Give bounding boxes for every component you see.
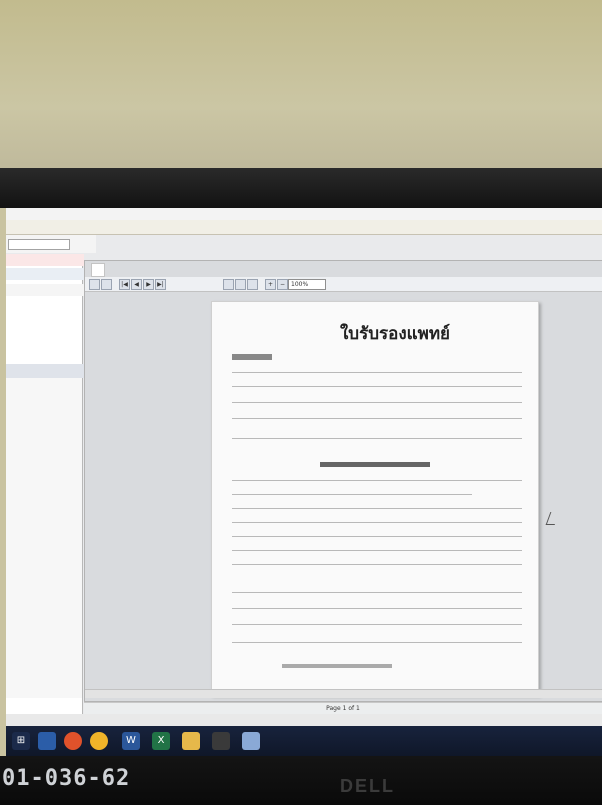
doc-line-7: [232, 494, 472, 495]
doc-line-1: [232, 372, 522, 373]
browser-icon[interactable]: [64, 732, 82, 750]
left-panel-alert-tab[interactable]: [6, 254, 84, 266]
document-page: ใบรับรองแพทย์: [211, 301, 539, 695]
doctor-section-heading: [320, 462, 430, 467]
doc-line-8: [232, 508, 522, 509]
last-page-button[interactable]: ▶|: [155, 279, 166, 290]
doc-line-9: [232, 522, 522, 523]
word-icon[interactable]: W: [122, 732, 140, 750]
app-icon[interactable]: [38, 732, 56, 750]
folder-icon[interactable]: [182, 732, 200, 750]
multi-page-icon[interactable]: [235, 279, 246, 290]
monitor-screen: |◀ ◀ ▶ ▶| + − 100% ใบรับรองแพทย์ Page 1 …: [6, 208, 602, 728]
prev-page-button[interactable]: ◀: [131, 279, 142, 290]
doc-line-6: [232, 480, 522, 481]
settings-icon[interactable]: [242, 732, 260, 750]
left-panel-row[interactable]: [6, 284, 84, 296]
left-panel-section[interactable]: [6, 268, 84, 280]
save-icon[interactable]: [89, 279, 100, 290]
left-panel: [6, 254, 84, 728]
doc-line-11: [232, 550, 522, 551]
page-width-icon[interactable]: [247, 279, 258, 290]
monitor-bezel-bottom: 01-036-62 DELL: [0, 756, 602, 805]
viewer-tab[interactable]: [91, 263, 105, 277]
terminal-icon[interactable]: [212, 732, 230, 750]
next-page-button[interactable]: ▶: [143, 279, 154, 290]
print-icon[interactable]: [101, 279, 112, 290]
patient-section-heading: [232, 354, 272, 360]
app-title-bar: [6, 208, 602, 220]
signature-line: [282, 664, 392, 668]
left-panel-column-header: [6, 364, 84, 378]
sub-toolbar: [6, 235, 96, 253]
doc-line-15: [232, 624, 522, 625]
doc-line-16: [232, 642, 522, 643]
dell-logo: DELL: [340, 776, 395, 796]
doc-line-3: [232, 402, 522, 403]
background-wall: [0, 0, 602, 180]
horizontal-scrollbar[interactable]: [85, 689, 602, 698]
quick-input[interactable]: [8, 239, 70, 250]
zoom-out-icon[interactable]: −: [277, 279, 288, 290]
doc-line-2: [232, 386, 522, 387]
menu-bar: [6, 220, 602, 235]
doc-line-13: [232, 592, 522, 593]
viewer-toolbar: |◀ ◀ ▶ ▶| + − 100%: [85, 277, 602, 292]
start-icon[interactable]: ⊞: [12, 732, 30, 750]
asset-sticker: 01-036-62: [2, 766, 131, 791]
left-panel-list[interactable]: [6, 378, 82, 698]
doc-line-14: [232, 608, 522, 609]
document-title: ใบรับรองแพทย์: [340, 324, 450, 344]
doc-line-5: [232, 438, 522, 439]
zoom-in-icon[interactable]: +: [265, 279, 276, 290]
doc-line-12: [232, 564, 522, 565]
zoom-select[interactable]: 100%: [288, 279, 326, 290]
single-page-icon[interactable]: [223, 279, 234, 290]
first-page-button[interactable]: |◀: [119, 279, 130, 290]
doc-line-10: [232, 536, 522, 537]
excel-icon[interactable]: X: [152, 732, 170, 750]
chrome-icon[interactable]: [90, 732, 108, 750]
doc-line-4: [232, 418, 522, 419]
taskbar: ⊞ W X: [6, 726, 602, 756]
report-viewer: |◀ ◀ ▶ ▶| + − 100% ใบรับรองแพทย์: [84, 260, 602, 702]
monitor-bezel-top: [0, 168, 602, 208]
